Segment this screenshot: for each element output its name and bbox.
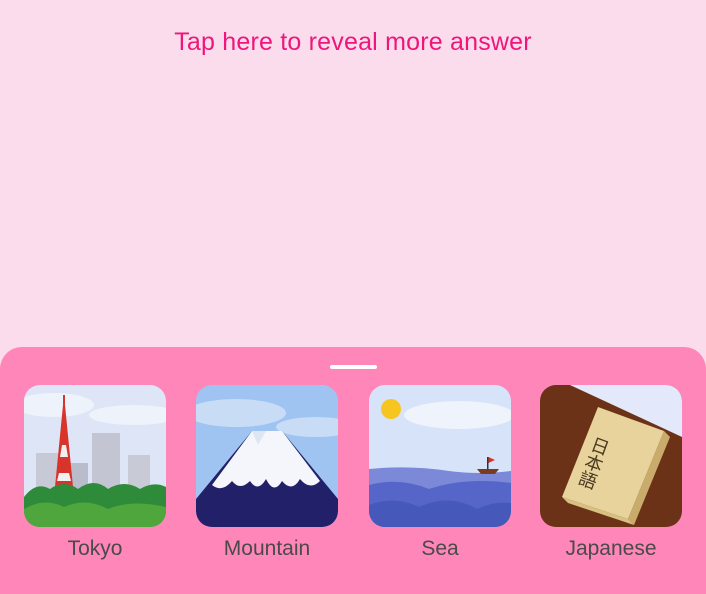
option-label-sea: Sea [421, 537, 459, 560]
option-label-tokyo: Tokyo [67, 537, 123, 560]
bottom-sheet: Tokyo Mountain Sea 日本語 Japanese [0, 347, 706, 594]
reveal-answer-link[interactable]: Tap here to reveal more answer [0, 28, 706, 57]
tokyo-tower-icon [24, 385, 166, 527]
sea-boat-icon [369, 385, 511, 527]
drag-handle[interactable] [330, 365, 377, 369]
option-card-japanese[interactable]: 日本語 Japanese [540, 385, 682, 575]
mount-fuji-icon [196, 385, 338, 527]
option-card-sea[interactable]: Sea [369, 385, 511, 575]
option-card-mountain[interactable]: Mountain [196, 385, 338, 575]
option-label-japanese: Japanese [565, 537, 657, 560]
japanese-language-book-icon: 日本語 [540, 385, 682, 527]
option-label-mountain: Mountain [223, 537, 311, 560]
option-card-tokyo[interactable]: Tokyo [24, 385, 166, 575]
